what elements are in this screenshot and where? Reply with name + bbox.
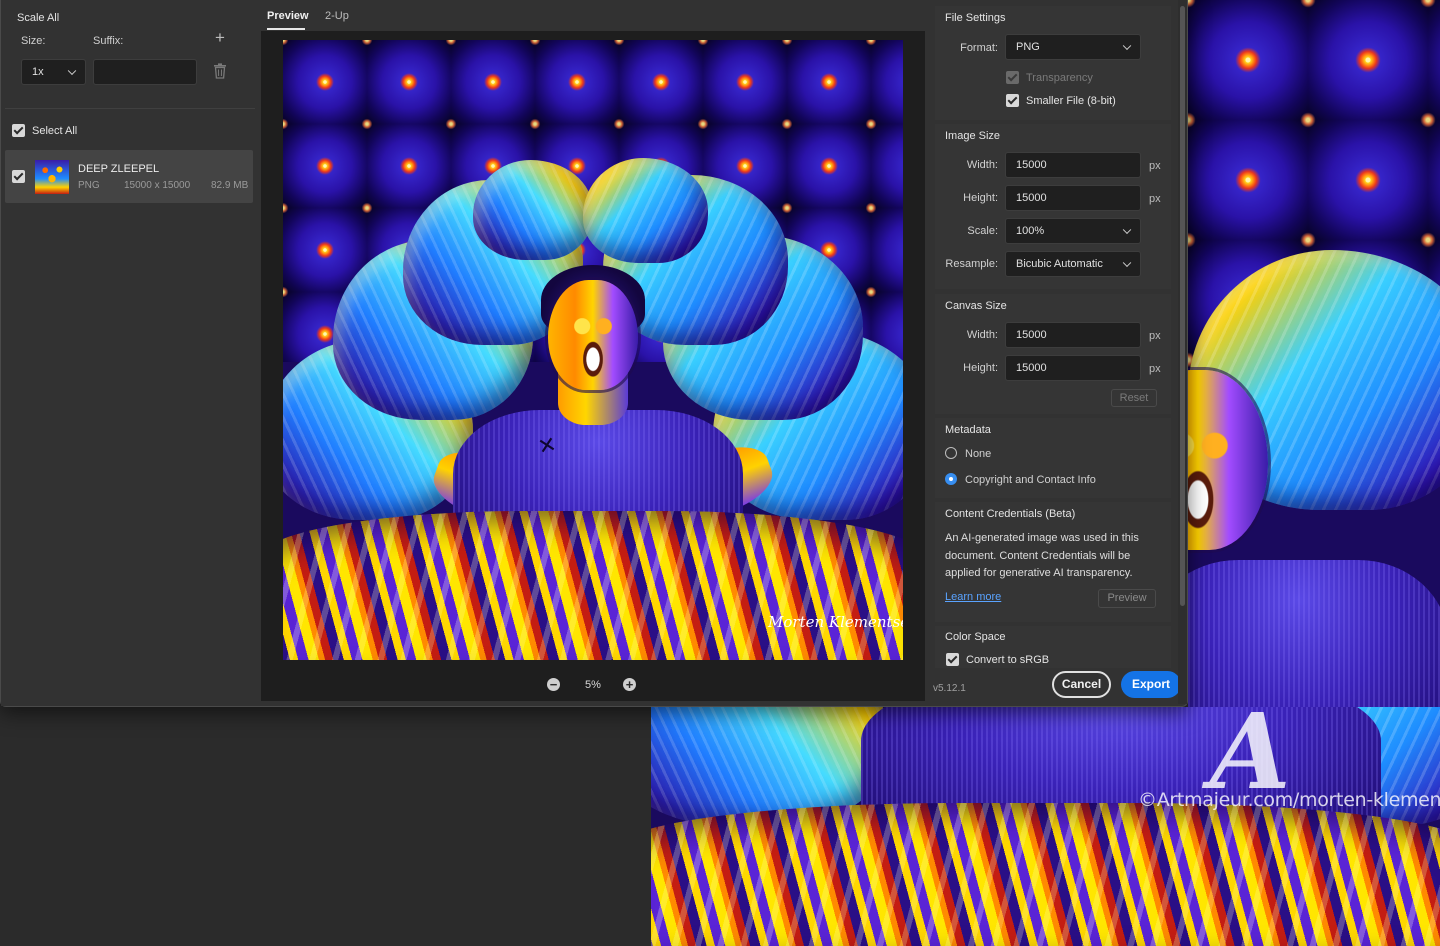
scale-panel: Scale All Size: Suffix: + 1x Select All … (1, 0, 259, 706)
version-label: v5.12.1 (933, 683, 966, 694)
asset-row[interactable]: DEEP ZLEEPEL PNG 15000 x 15000 82.9 MB (5, 150, 253, 203)
learn-more-link[interactable]: Learn more (945, 591, 1001, 603)
metadata-copyright-radio[interactable] (945, 473, 957, 485)
background-artwork-bottom (651, 707, 1440, 946)
settings-scrollbar[interactable] (1180, 6, 1185, 606)
select-all-label: Select All (32, 125, 78, 137)
image-height-unit: px (1149, 193, 1161, 205)
transparency-checkbox[interactable] (1006, 71, 1019, 84)
export-as-dialog: Scale All Size: Suffix: + 1x Select All … (0, 0, 1188, 707)
suffix-label: Suffix: (93, 35, 124, 47)
canvas-width-label: Width: (966, 329, 998, 341)
transparency-label: Transparency (1026, 72, 1093, 84)
metadata-none-label: None (965, 448, 992, 460)
suffix-input[interactable] (93, 59, 197, 85)
image-size-title: Image Size (945, 130, 1001, 142)
image-width-label: Width: (966, 159, 998, 171)
watermark-text: ©Artmajeur.com/morten-klementsen (1138, 789, 1440, 811)
image-width-unit: px (1149, 160, 1161, 172)
asset-format: PNG (78, 180, 100, 191)
select-all-checkbox[interactable] (12, 124, 25, 137)
scale-all-title: Scale All (17, 12, 60, 24)
color-space-title: Color Space (945, 631, 1006, 643)
convert-srgb-checkbox[interactable] (946, 653, 959, 666)
metadata-title: Metadata (945, 424, 991, 436)
credentials-preview-button[interactable]: Preview (1098, 589, 1156, 608)
zoom-out-icon[interactable]: − (547, 678, 560, 691)
canvas-size-title: Canvas Size (945, 300, 1007, 312)
content-credentials-title: Content Credentials (Beta) (945, 508, 1076, 520)
tab-2-up[interactable]: 2-Up (325, 10, 349, 22)
export-button[interactable]: Export (1121, 671, 1181, 698)
canvas-width-unit: px (1149, 330, 1161, 342)
background-artwork-large (1188, 0, 1440, 707)
chevron-down-icon (1122, 258, 1132, 268)
file-settings-title: File Settings (945, 12, 1006, 24)
scale-select[interactable]: 1x (21, 59, 86, 85)
content-credentials-text: An AI-generated image was used in this d… (945, 532, 1139, 579)
scale-percent-select[interactable]: 100% (1005, 218, 1141, 244)
tab-preview[interactable]: Preview (267, 10, 309, 22)
canvas-height-unit: px (1149, 363, 1161, 375)
reset-button[interactable]: Reset (1111, 389, 1157, 407)
convert-srgb-label: Convert to sRGB (966, 654, 1050, 666)
add-scale-icon[interactable]: + (211, 28, 229, 48)
scale-percent-value: 100% (1016, 225, 1045, 237)
artist-signature: Morten Klementsen (768, 613, 903, 631)
format-select-value: PNG (1016, 41, 1040, 53)
zoom-in-icon[interactable]: + (623, 678, 636, 691)
chevron-down-icon (1122, 225, 1132, 235)
canvas-height-label: Height: (963, 362, 998, 374)
settings-panel: File Settings Format: PNG Transparency S… (931, 0, 1187, 706)
trash-icon[interactable] (211, 63, 229, 81)
resample-select[interactable]: Bicubic Automatic (1005, 251, 1141, 277)
image-height-label: Height: (963, 192, 998, 204)
asset-dimensions: 15000 x 15000 (124, 180, 191, 191)
metadata-none-radio[interactable] (945, 447, 957, 459)
asset-file-size: 82.9 MB (211, 180, 249, 191)
image-height-input[interactable]: 15000 (1005, 185, 1141, 211)
format-select[interactable]: PNG (1005, 34, 1141, 60)
canvas-height-input[interactable]: 15000 (1005, 355, 1141, 381)
cancel-button[interactable]: Cancel (1052, 671, 1111, 698)
resample-value: Bicubic Automatic (1016, 258, 1103, 270)
format-label: Format: (960, 42, 998, 54)
size-label: Size: (21, 35, 46, 47)
chevron-down-icon (1122, 41, 1132, 51)
asset-checkbox[interactable] (12, 170, 25, 183)
smaller-file-checkbox[interactable] (1006, 94, 1019, 107)
smaller-file-label: Smaller File (8-bit) (1026, 95, 1116, 107)
scale-select-value: 1x (32, 66, 44, 78)
asset-name: DEEP ZLEEPEL (78, 163, 160, 175)
chevron-down-icon (67, 66, 77, 76)
zoom-level: 5% (585, 679, 601, 691)
scale-label: Scale: (967, 225, 998, 237)
metadata-copyright-label: Copyright and Contact Info (965, 474, 1096, 486)
active-tab-indicator (267, 28, 305, 30)
image-width-input[interactable]: 15000 (1005, 152, 1141, 178)
canvas-width-input[interactable]: 15000 (1005, 322, 1141, 348)
resample-label: Resample: (945, 258, 998, 270)
preview-area: ✕ Morten Klementsen − 5% + (261, 31, 925, 701)
asset-thumbnail (35, 160, 69, 194)
preview-image: ✕ Morten Klementsen (283, 40, 903, 660)
divider (5, 108, 255, 109)
